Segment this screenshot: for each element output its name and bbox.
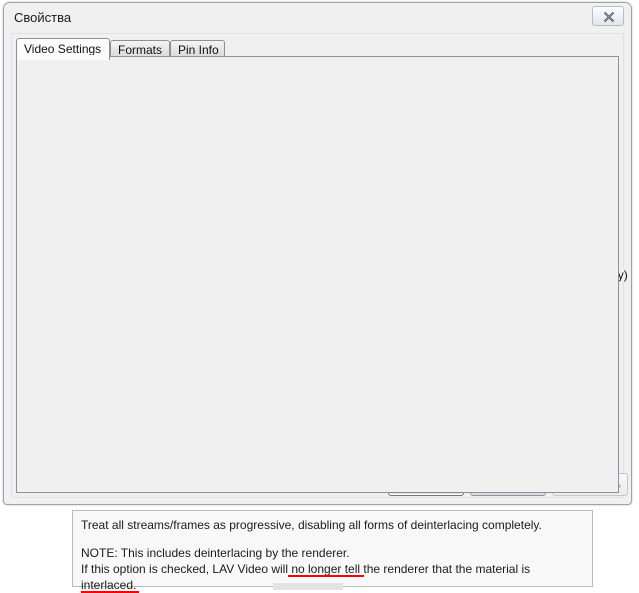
tooltip-line-3: If this option is checked, LAV Video wil…	[81, 562, 530, 576]
screenshot-root: Свойства Video Settings For	[0, 0, 639, 593]
tooltip-line-4: interlaced.	[81, 578, 136, 592]
properties-dialog: Свойства Video Settings For	[3, 2, 632, 505]
tooltip-underline-1	[288, 575, 364, 577]
close-button[interactable]	[592, 6, 624, 26]
tab-page-video-settings	[16, 56, 619, 493]
dialog-titlebar[interactable]: Свойства	[4, 3, 631, 32]
tooltip-line-1: Treat all streams/frames as progressive,…	[81, 518, 542, 532]
dialog-title: Свойства	[14, 10, 71, 25]
tab-pin-info-label: Pin Info	[178, 43, 219, 57]
active-tab-seam	[17, 55, 109, 57]
tab-video-settings-label: Video Settings	[24, 42, 101, 56]
tooltip-line-2: NOTE: This includes deinterlacing by the…	[81, 546, 350, 560]
tooltip-panel: Treat all streams/frames as progressive,…	[72, 510, 593, 587]
dialog-client-area: Video Settings Formats Pin Info Settings…	[11, 33, 624, 498]
tooltip-smudge	[273, 583, 343, 590]
tab-formats-label: Formats	[118, 43, 162, 57]
